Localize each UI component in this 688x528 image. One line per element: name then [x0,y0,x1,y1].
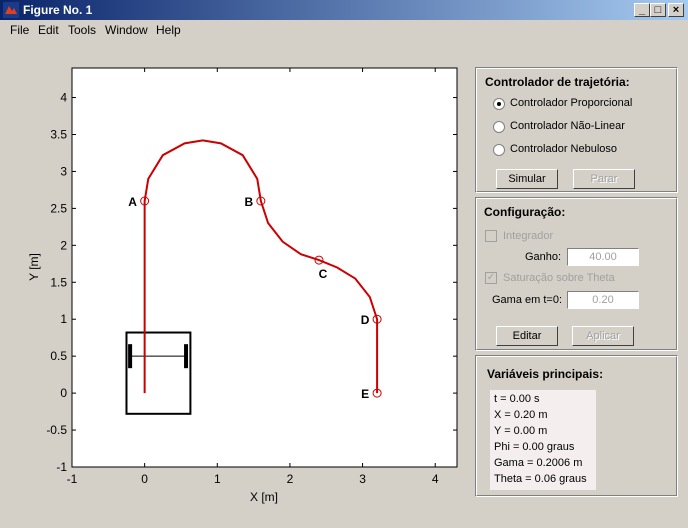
vars-title: Variáveis principais: [487,367,604,381]
menu-window[interactable]: Window [105,23,148,37]
gain-field[interactable]: 40.00 [567,248,639,266]
gamma-field[interactable]: 0.20 [567,291,639,309]
vars-panel: Variáveis principais: t = 0.00 s X = 0.2… [475,355,678,497]
waypoint-label: D [361,313,370,327]
radio-label: Controlador Proporcional [510,97,633,109]
title-bar: Figure No. 1 _ □ × [0,0,688,20]
y-tick-label: 2 [60,238,67,252]
menu-tools[interactable]: Tools [68,23,96,37]
config-panel: Configuração: Integrador Ganho: 40.00 ✓ … [475,197,678,351]
simulate-button[interactable]: Simular [496,169,558,189]
y-tick-label: 3 [60,164,67,178]
saturation-label: Saturação sobre Theta [503,272,615,284]
y-tick-label: -0.5 [46,423,67,437]
menu-bar: File Edit Tools Window Help [0,20,688,40]
var-gama: Gama = 0.2006 m [494,457,583,469]
saturation-checkbox[interactable]: ✓ [485,272,497,284]
x-tick-label: -1 [67,472,78,486]
y-tick-label: 3.5 [50,128,67,142]
close-button[interactable]: × [668,3,684,17]
var-x: X = 0.20 m [494,409,548,421]
x-tick-label: 0 [141,472,148,486]
radio-button-icon[interactable] [493,121,505,133]
maximize-button[interactable]: □ [650,3,666,17]
y-tick-label: 2.5 [50,201,67,215]
radio-label: Controlador Nebuloso [510,143,618,155]
y-tick-label: 1.5 [50,275,67,289]
x-tick-label: 1 [214,472,221,486]
y-axis-label: Y [m] [27,253,41,281]
var-t: t = 0.00 s [494,393,540,405]
matlab-icon [3,2,19,18]
integrator-checkbox[interactable] [485,230,497,242]
x-tick-label: 4 [432,472,439,486]
waypoint-label: A [128,195,137,209]
controller-panel: Controlador de trajetória: Controlador P… [475,67,678,193]
y-tick-label: 1 [60,312,67,326]
x-tick-label: 3 [359,472,366,486]
x-axis-label: X [m] [250,490,278,504]
menu-file[interactable]: File [10,23,29,37]
gain-label: Ganho: [525,251,562,263]
trajectory-plot: -1-0.500.511.522.533.54 -1 0 1 2 3 4 A BCDE X … [27,67,458,504]
radio-label: Controlador Não-Linear [510,120,625,132]
waypoint-label: C [319,267,328,281]
integrator-label: Integrador [503,230,554,242]
axes-box [71,67,458,468]
waypoint-label: B [245,195,254,209]
gamma-label: Gama em t=0: [492,294,563,306]
window-title: Figure No. 1 [23,3,93,17]
controller-title: Controlador de trajetória: [485,75,630,89]
y-tick-label: 0 [60,386,67,400]
edit-button[interactable]: Editar [496,326,558,346]
var-y: Y = 0.00 m [494,425,548,437]
config-title: Configuração: [484,205,566,219]
vehicle-wheel [128,344,133,369]
minimize-button[interactable]: _ [634,3,650,17]
radio-button-icon[interactable] [493,144,505,156]
vehicle-wheel [184,344,189,369]
var-phi: Phi = 0.00 graus [494,441,575,453]
y-tick-label: 4 [60,91,67,105]
waypoint-label: E [361,387,369,401]
apply-button[interactable]: Aplicar [572,326,634,346]
vars-display: t = 0.00 s X = 0.20 m Y = 0.00 m Phi = 0… [490,390,596,490]
var-theta: Theta = 0.06 graus [494,473,587,485]
menu-help[interactable]: Help [156,23,181,37]
radio-button-icon[interactable] [493,98,505,110]
menu-edit[interactable]: Edit [38,23,59,37]
y-tick-label: 0.5 [50,349,67,363]
x-tick-label: 2 [287,472,294,486]
stop-button[interactable]: Parar [573,169,635,189]
